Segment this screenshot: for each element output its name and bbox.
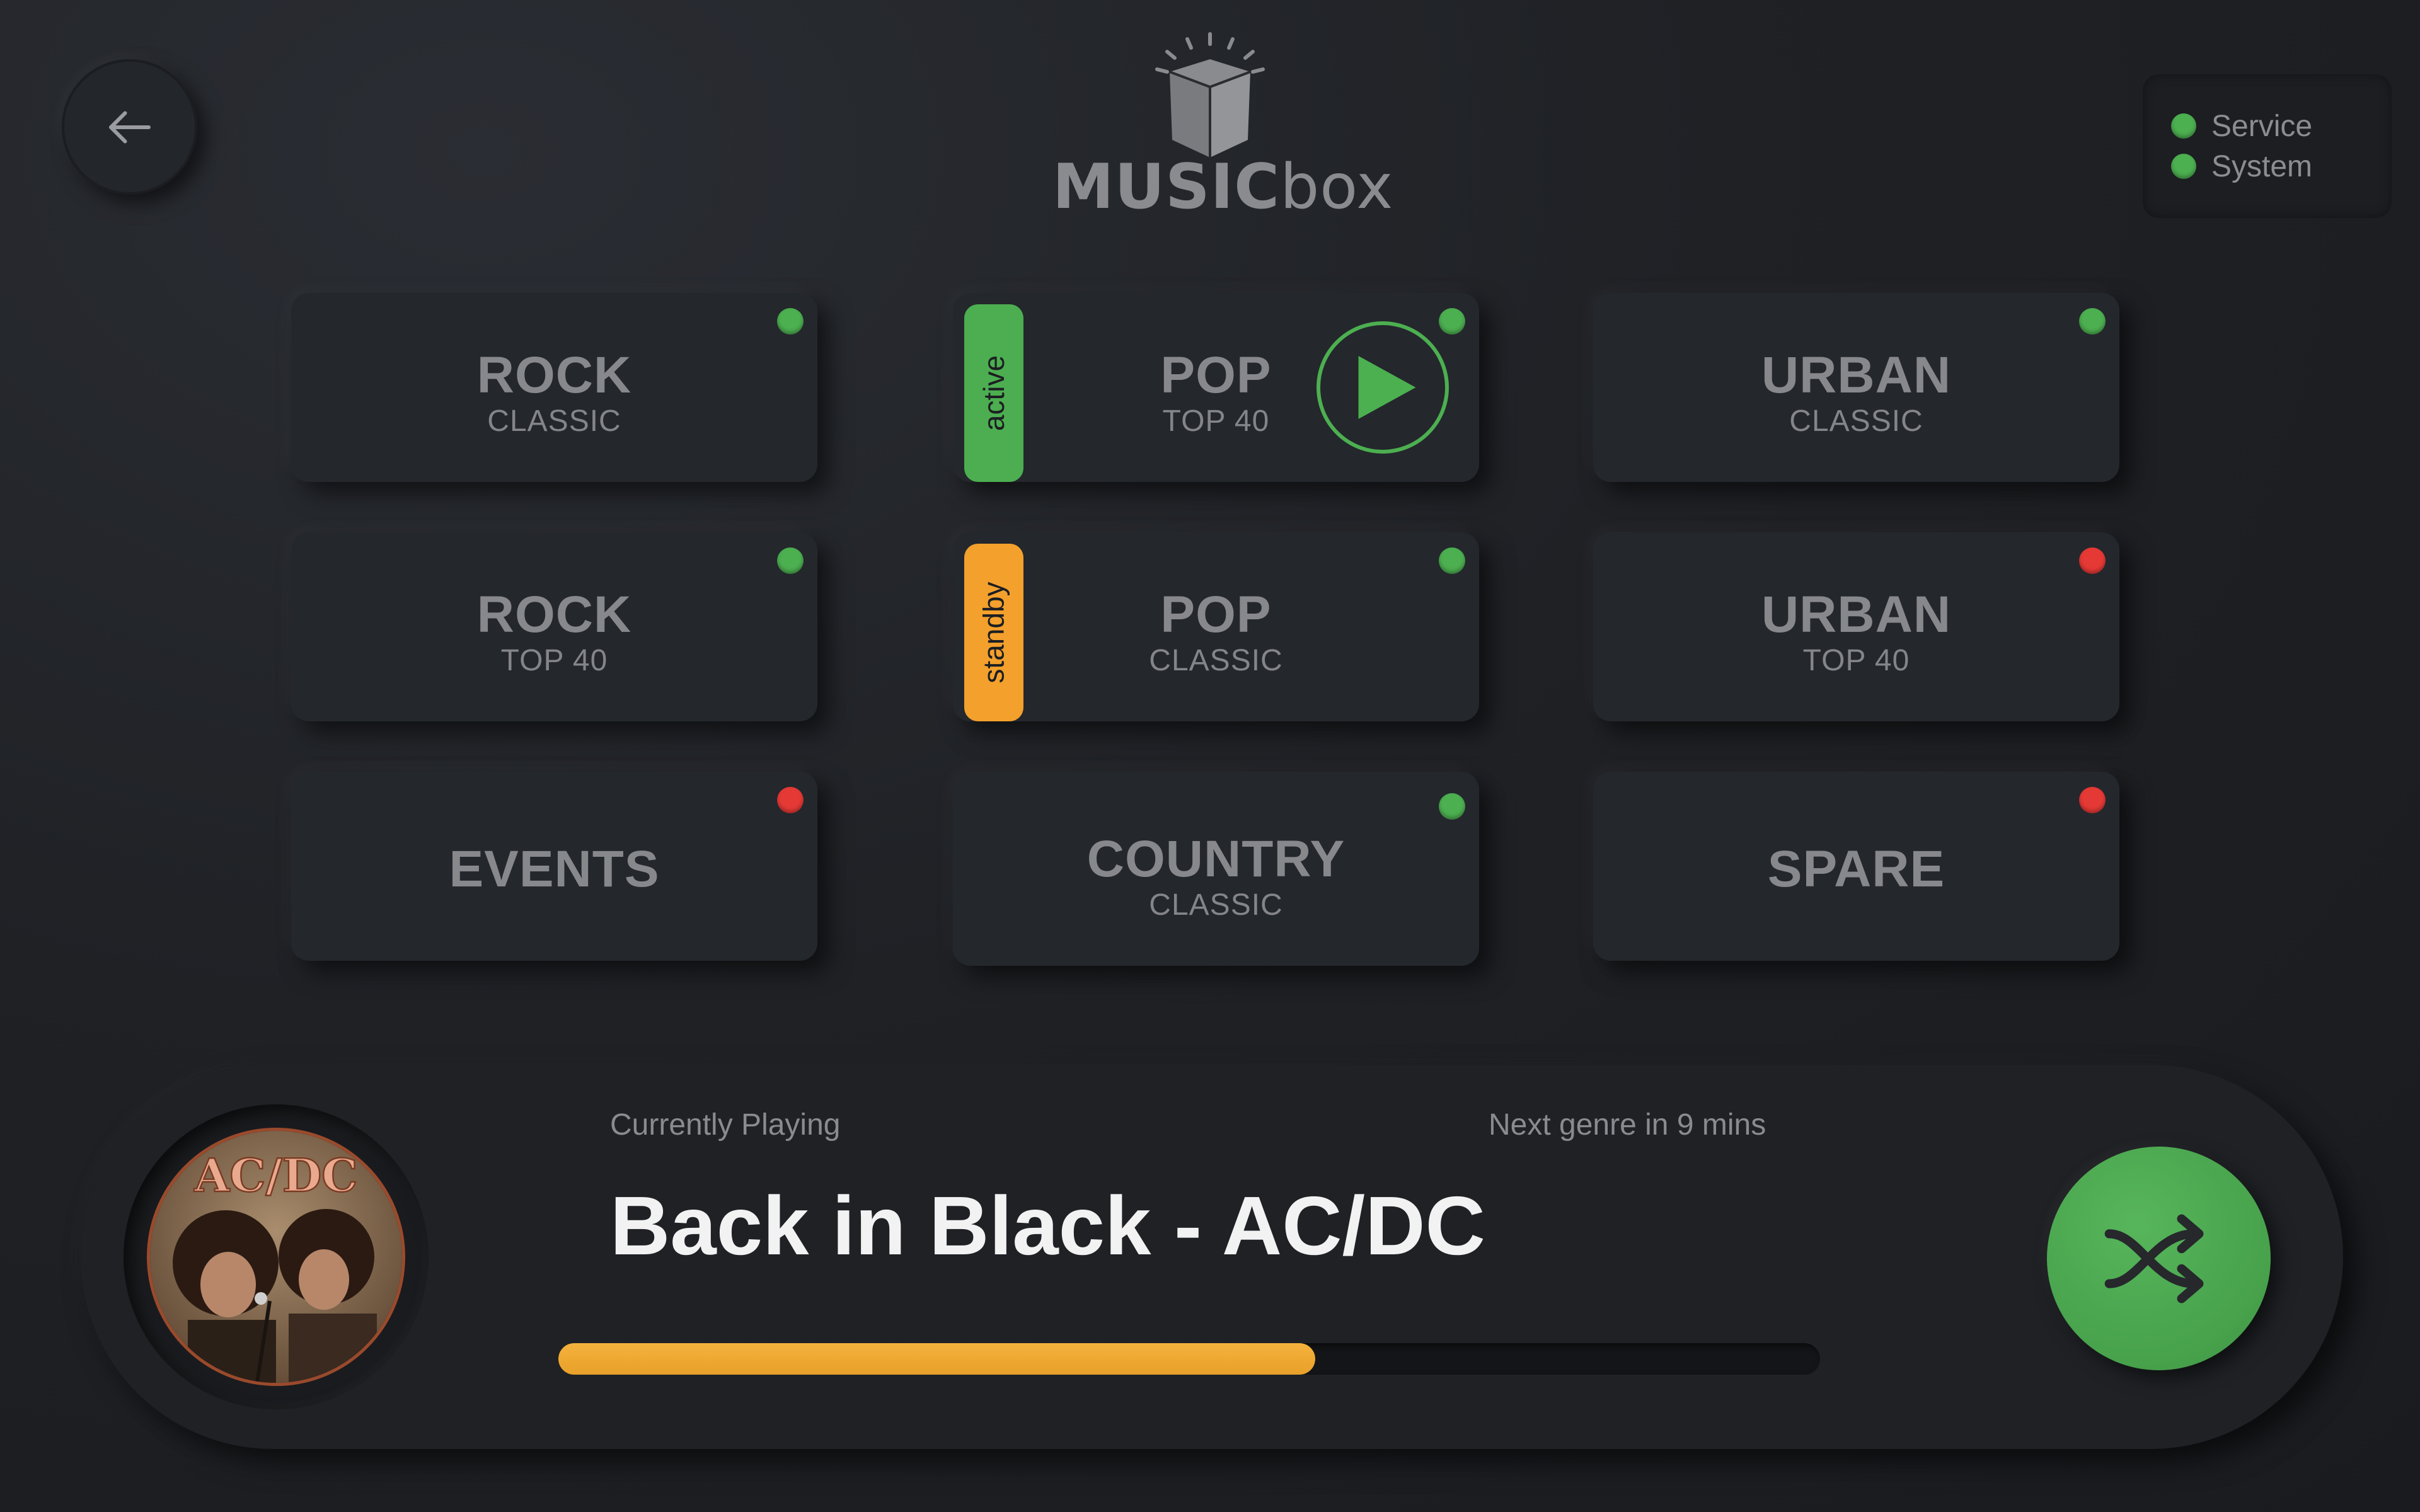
genre-title: EVENTS (449, 840, 660, 898)
progress-bar[interactable] (558, 1343, 1820, 1375)
status-indicator (777, 308, 804, 335)
logo-main-text: MUSIC (1052, 151, 1281, 223)
play-icon (1358, 356, 1416, 419)
genre-tile-country-classic[interactable]: COUNTRY CLASSIC (953, 772, 1479, 966)
status-indicator (2171, 113, 2196, 139)
status-item-system: System (2171, 146, 2392, 186)
status-indicator (2171, 154, 2196, 179)
status-indicator (2079, 787, 2106, 813)
back-button[interactable] (62, 59, 197, 195)
track-title: Back in Black - AC/DC (610, 1179, 1485, 1272)
genre-title: SPARE (1767, 840, 1945, 898)
genre-title: ROCK (476, 346, 632, 404)
status-indicator (1439, 547, 1465, 574)
genre-title: POP (1160, 586, 1272, 643)
currently-playing-label: Currently Playing (610, 1108, 841, 1142)
status-label: Service (2211, 109, 2313, 143)
album-art: AC/DC (147, 1128, 405, 1386)
genre-subtitle: CLASSIC (1789, 404, 1923, 438)
genre-tile-urban-top40[interactable]: URBAN TOP 40 (1593, 532, 2119, 721)
genre-tile-spare[interactable]: SPARE (1593, 772, 2119, 961)
status-panel: Service System (2143, 74, 2392, 218)
app-logo: MUSICbox (1052, 32, 1393, 227)
status-indicator (2079, 547, 2106, 574)
arrow-left-icon (108, 111, 151, 143)
status-item-service: Service (2171, 106, 2392, 146)
genre-tile-urban-classic[interactable]: URBAN CLASSIC (1593, 293, 2119, 482)
genre-tile-rock-top40[interactable]: ROCK TOP 40 (291, 532, 817, 721)
genre-subtitle: TOP 40 (1802, 644, 1910, 677)
genre-subtitle: CLASSIC (487, 404, 621, 438)
status-label: System (2211, 149, 2313, 183)
logo-sub-text: box (1280, 151, 1394, 223)
now-playing-bar: AC/DC Currently Playing Next genre in 9 … (81, 1065, 2343, 1449)
genre-title: URBAN (1761, 346, 1952, 404)
shuffle-button[interactable] (2047, 1147, 2271, 1370)
genre-tile-pop-top40[interactable]: active POP TOP 40 (953, 293, 1479, 482)
status-indicator (777, 787, 804, 813)
genre-tile-rock-classic[interactable]: ROCK CLASSIC (291, 293, 817, 482)
status-indicator (777, 547, 804, 574)
genre-tile-events[interactable]: EVENTS (291, 772, 817, 961)
shuffle-icon (2104, 1214, 2203, 1303)
status-indicator (1439, 793, 1465, 820)
progress-fill (558, 1343, 1316, 1375)
album-art-frame: AC/DC (124, 1104, 429, 1409)
genre-title: ROCK (476, 586, 632, 643)
genre-subtitle: CLASSIC (1149, 888, 1283, 922)
next-genre-label: Next genre in 9 mins (1489, 1108, 1766, 1142)
genre-title: COUNTRY (1086, 830, 1345, 888)
genre-title: URBAN (1761, 586, 1952, 643)
album-logo-text: AC/DC (193, 1148, 357, 1202)
status-indicator (2079, 308, 2106, 335)
genre-subtitle: TOP 40 (500, 644, 608, 677)
musicbox-logo-icon (1155, 32, 1265, 158)
genre-tile-pop-classic[interactable]: standby POP CLASSIC (953, 532, 1479, 721)
genre-subtitle: CLASSIC (1149, 644, 1283, 677)
status-indicator (1439, 308, 1465, 335)
play-button[interactable] (1317, 321, 1449, 454)
